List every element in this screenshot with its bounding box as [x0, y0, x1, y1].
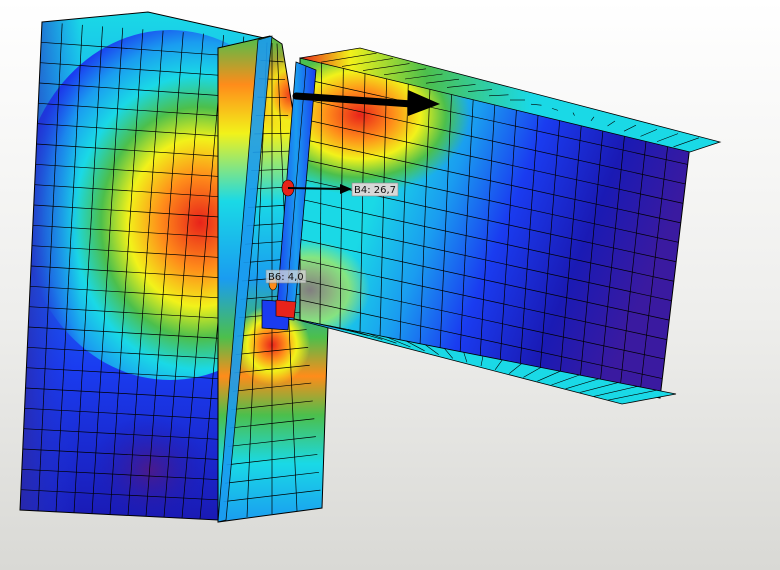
- bolt-b4-label: B4: 26,7: [351, 182, 399, 197]
- bolt-b6-label-text: B6: 4,0: [268, 272, 304, 283]
- bolt-b6-label: B6: 4,0: [265, 269, 307, 284]
- connection-model: B4: 26,7 B6: 4,0: [19, 11, 722, 523]
- fea-viewport[interactable]: B4: 26,7 B6: 4,0: [0, 0, 780, 570]
- bolt-b4-label-text: B4: 26,7: [354, 185, 396, 196]
